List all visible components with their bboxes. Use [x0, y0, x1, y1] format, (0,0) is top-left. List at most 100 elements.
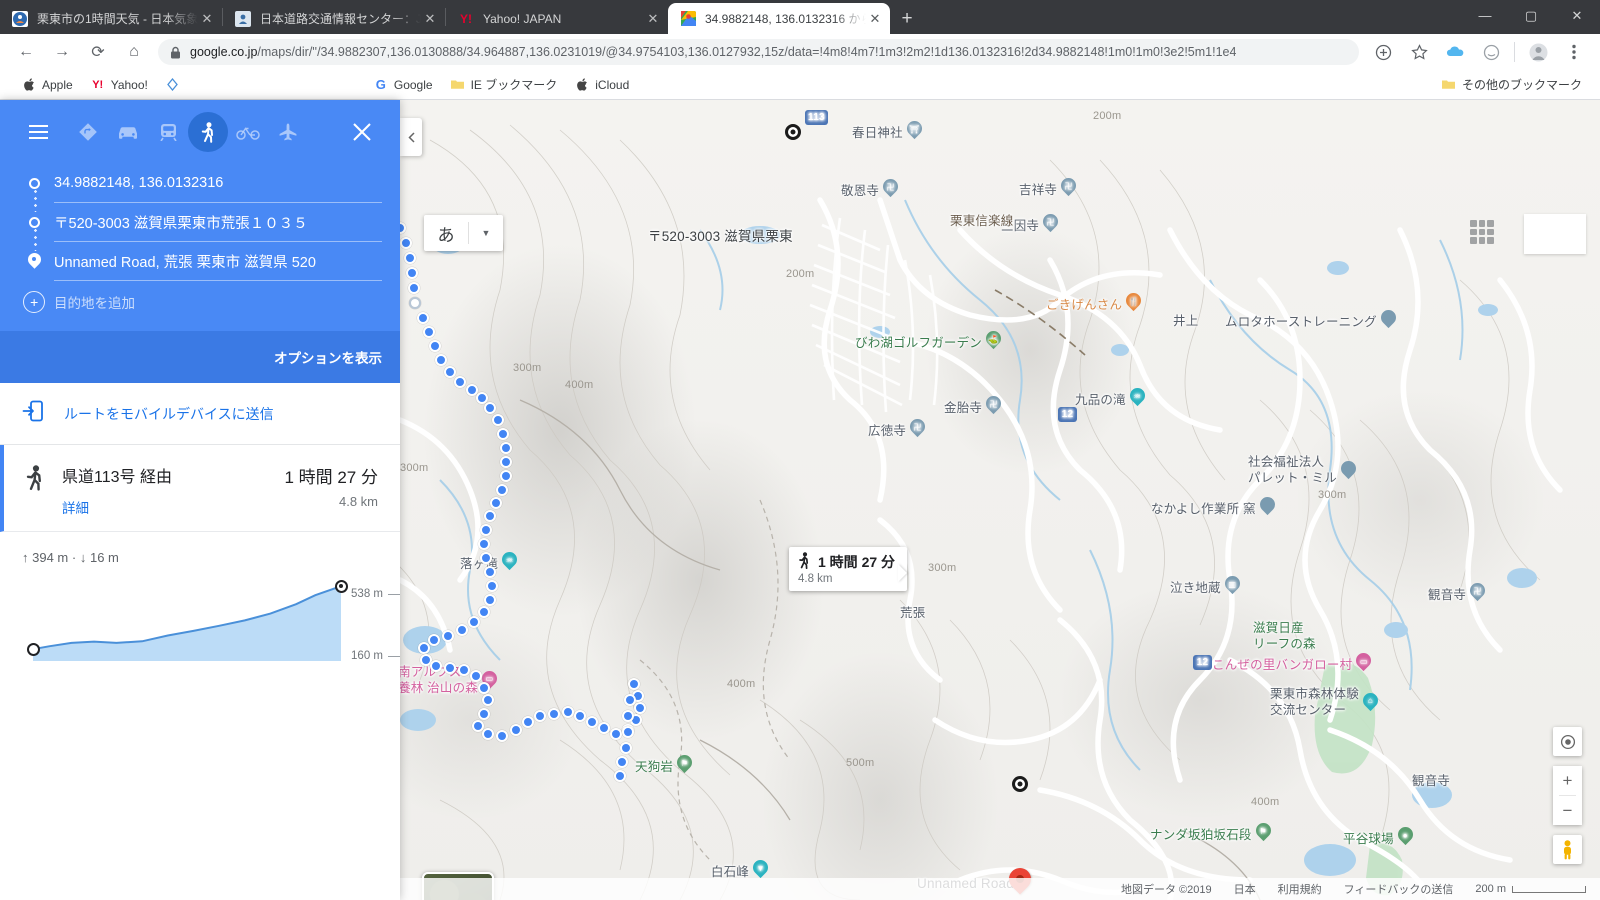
- map-poi-label[interactable]: 社会福祉法人 パレット・ミル: [1248, 455, 1356, 486]
- waypoint-row-destination[interactable]: Unnamed Road, 荒張 栗東市 滋賀県 520: [18, 242, 382, 281]
- browser-tab-active[interactable]: 34.9882148, 136.0132316 から Un ✕: [668, 3, 890, 34]
- forward-icon[interactable]: →: [47, 37, 77, 67]
- map-poi-label[interactable]: びわ湖ゴルフガーデン ⛳: [855, 331, 1001, 351]
- torii-icon[interactable]: ⛩: [907, 121, 922, 141]
- address-bar[interactable]: google.co.jp/maps/dir/''/34.9882307,136.…: [158, 39, 1359, 65]
- attraction-icon[interactable]: ⌂: [1363, 693, 1378, 713]
- share-icon[interactable]: [1368, 37, 1398, 67]
- browser-tab[interactable]: 栗東市の1時間天気 - 日本気象協 ✕: [0, 3, 222, 34]
- zoom-in-button[interactable]: +: [1553, 766, 1582, 795]
- map-poi-label[interactable]: こんぜの里バンガロー村 ▭: [1212, 653, 1371, 673]
- map-poi-label[interactable]: ごきげんさん 🍴: [1046, 293, 1141, 313]
- terms-link[interactable]: 利用規約: [1278, 881, 1322, 897]
- temple-icon[interactable]: 卍: [910, 419, 925, 439]
- map-poi-label[interactable]: ナンダ坂狛坂石段 ⚑: [1150, 823, 1271, 843]
- sidebar-mode-transit[interactable]: [148, 112, 188, 152]
- place-icon[interactable]: [1341, 461, 1356, 481]
- other-bookmarks-folder[interactable]: その他のブックマーク: [1434, 73, 1590, 96]
- maximize-button[interactable]: ▢: [1508, 0, 1554, 31]
- elevation-end-marker[interactable]: [334, 579, 348, 593]
- temple-icon[interactable]: 卍: [1043, 214, 1058, 234]
- sidebar-mode-best-route[interactable]: [68, 112, 108, 152]
- zoom-out-button[interactable]: −: [1553, 796, 1582, 825]
- browser-tab[interactable]: Y! Yahoo! JAPAN ✕: [446, 3, 668, 34]
- sidebar-mode-walking[interactable]: [188, 112, 228, 152]
- water-icon[interactable]: ♒: [1130, 388, 1145, 408]
- collapse-panel-button[interactable]: [400, 118, 422, 156]
- show-options-bar[interactable]: オプションを表示: [0, 331, 400, 383]
- send-to-mobile-row[interactable]: ルートをモバイルデバイスに送信: [0, 383, 400, 445]
- museum-icon[interactable]: ▥: [1225, 576, 1240, 596]
- sidebar-mode-driving[interactable]: [108, 112, 148, 152]
- bookmark-star-icon[interactable]: [1404, 37, 1434, 67]
- route-origin-marker[interactable]: [785, 124, 801, 140]
- add-destination-row[interactable]: + 目的地を追加: [18, 281, 382, 323]
- map-poi-label[interactable]: 白石峰 ▼: [711, 860, 768, 880]
- back-icon[interactable]: ←: [11, 37, 41, 67]
- profile-icon[interactable]: [1523, 37, 1553, 67]
- waypoint-row-origin[interactable]: 34.9882148, 136.0132316: [18, 164, 382, 203]
- map-poi-label[interactable]: 平谷球場 ●: [1343, 827, 1413, 847]
- route-waypoint-marker[interactable]: [1012, 776, 1028, 792]
- bookmark-apple[interactable]: Apple: [14, 75, 81, 95]
- bookmark-yahoo[interactable]: Y! Yahoo!: [83, 75, 156, 95]
- bookmark-ie-folder[interactable]: IE ブックマーク: [443, 73, 566, 96]
- close-window-button[interactable]: ✕: [1554, 0, 1600, 31]
- elevation-chart[interactable]: 538 m 160 m: [22, 575, 400, 662]
- close-icon[interactable]: ✕: [644, 10, 662, 28]
- temple-icon[interactable]: 卍: [1061, 178, 1076, 198]
- map-language-control[interactable]: あ ▼: [424, 215, 503, 251]
- golf-icon[interactable]: ⛳: [986, 331, 1001, 351]
- country-link[interactable]: 日本: [1234, 881, 1256, 897]
- route-details-link[interactable]: 詳細: [62, 497, 274, 517]
- restaurant-icon[interactable]: 🍴: [1126, 293, 1141, 313]
- map-poi-label[interactable]: 金胎寺卍: [944, 396, 1001, 416]
- map-poi-label[interactable]: 春日神社 ⛩: [852, 121, 922, 141]
- waypoint-row-middle[interactable]: 〒520-3003 滋賀県栗東市荒張１０３５: [18, 203, 382, 242]
- route-shield-icon[interactable]: 12: [1058, 407, 1077, 422]
- elevation-start-marker[interactable]: [26, 642, 40, 656]
- map-poi-label[interactable]: なかよし作業所 窯: [1151, 497, 1275, 517]
- map-poi-label[interactable]: 吉祥寺卍: [1019, 178, 1076, 198]
- map-poi-label[interactable]: 九品の滝 ♒: [1075, 388, 1145, 408]
- bookmark-icloud[interactable]: iCloud: [567, 75, 637, 95]
- map-poi-label[interactable]: 泣き地蔵 ▥: [1170, 576, 1240, 596]
- destination-input[interactable]: Unnamed Road, 荒張 栗東市 滋賀県 520: [54, 242, 382, 281]
- feedback-link[interactable]: フィードバックの送信: [1344, 881, 1454, 897]
- my-location-icon[interactable]: [1553, 727, 1582, 756]
- close-icon[interactable]: ✕: [421, 10, 439, 28]
- close-icon[interactable]: ✕: [198, 10, 216, 28]
- bookmark-diamond[interactable]: [158, 75, 194, 95]
- temple-icon[interactable]: 卍: [1470, 583, 1485, 603]
- icloud-icon[interactable]: [1440, 37, 1470, 67]
- apps-grid-icon[interactable]: [1470, 220, 1494, 244]
- route-duration-tooltip[interactable]: 1 時間 27 分 4.8 km: [789, 547, 908, 591]
- lodging-icon[interactable]: ▭: [1356, 653, 1371, 673]
- route-shield-icon[interactable]: 12: [1193, 655, 1212, 670]
- home-icon[interactable]: ⌂: [119, 37, 149, 67]
- sidebar-mode-cycling[interactable]: [228, 112, 268, 152]
- route-shield-icon[interactable]: 113: [805, 110, 828, 125]
- map-poi-label[interactable]: 敬恩寺卍: [841, 179, 898, 199]
- minimize-button[interactable]: —: [1462, 0, 1508, 31]
- hamburger-menu-icon[interactable]: [18, 112, 58, 152]
- place-icon[interactable]: [1381, 310, 1396, 330]
- map-poi-label[interactable]: 広徳寺卍: [868, 419, 925, 439]
- peak-icon[interactable]: ▼: [753, 860, 768, 880]
- new-tab-button[interactable]: +: [890, 3, 924, 34]
- map-poi-label[interactable]: 観音寺卍: [1428, 583, 1485, 603]
- close-icon[interactable]: ✕: [866, 10, 884, 28]
- close-icon[interactable]: [342, 112, 382, 152]
- hiking-icon[interactable]: ⚑: [1256, 823, 1271, 843]
- hiking-icon[interactable]: ⚑: [677, 755, 692, 775]
- language-value[interactable]: あ: [424, 221, 468, 246]
- temple-icon[interactable]: 卍: [883, 179, 898, 199]
- extension-icon[interactable]: [1476, 37, 1506, 67]
- menu-kebab-icon[interactable]: [1559, 37, 1589, 67]
- water-icon[interactable]: ♒: [502, 552, 517, 572]
- reload-icon[interactable]: ⟳: [83, 37, 113, 67]
- map-poi-label[interactable]: ムロタホーストレーニング: [1225, 310, 1396, 330]
- chevron-down-icon[interactable]: ▼: [469, 228, 503, 238]
- map-poi-label[interactable]: 栗東市森林体験 交流センター ⌂: [1270, 687, 1378, 718]
- map-top-right-panel[interactable]: [1524, 214, 1586, 254]
